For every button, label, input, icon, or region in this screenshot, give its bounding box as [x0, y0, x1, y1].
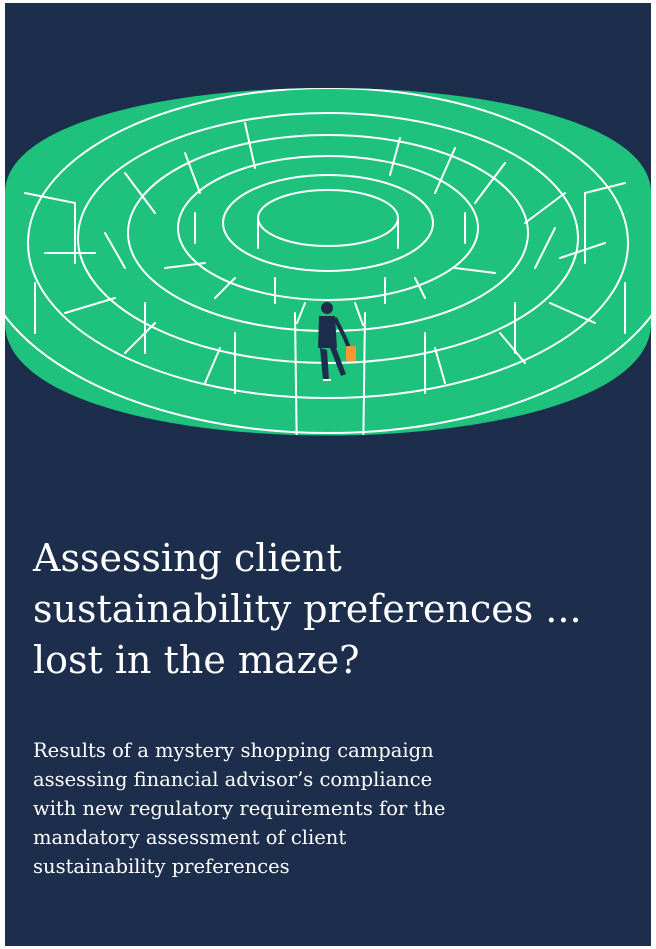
report-cover: Assessing client sustainability preferen…	[5, 3, 651, 946]
report-title: Assessing client sustainability preferen…	[33, 536, 582, 682]
maze-illustration	[5, 88, 651, 436]
report-subtitle: Results of a mystery shopping campaign a…	[33, 739, 446, 878]
